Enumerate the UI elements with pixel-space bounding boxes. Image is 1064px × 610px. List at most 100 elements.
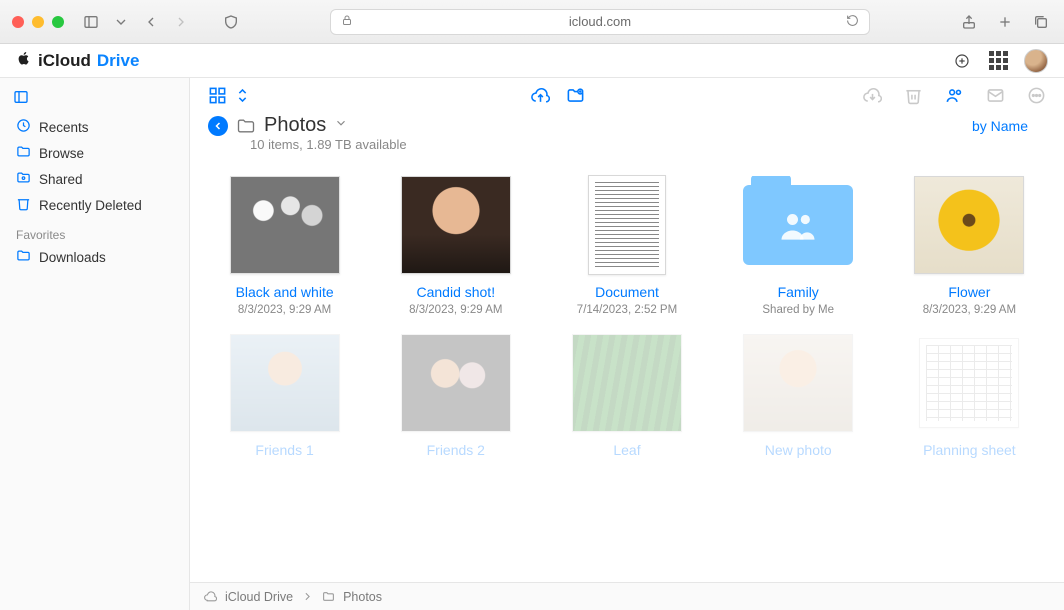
collaborate-icon[interactable] <box>945 86 964 105</box>
sidebar-item-label: Shared <box>39 172 83 187</box>
shield-icon[interactable] <box>220 11 242 33</box>
file-name: Black and white <box>236 284 334 300</box>
maximize-window-button[interactable] <box>52 16 64 28</box>
new-tab-icon[interactable] <box>994 11 1016 33</box>
url-text: icloud.com <box>569 14 631 29</box>
folder-thumbnail <box>743 176 853 274</box>
file-name: Leaf <box>613 442 640 458</box>
file-meta: Shared by Me <box>762 304 834 316</box>
back-to-parent-button[interactable] <box>208 116 228 136</box>
file-name: Family <box>778 284 819 300</box>
image-thumbnail <box>572 334 682 432</box>
file-item[interactable]: Family Shared by Me <box>722 170 875 316</box>
sidebar-item-label: Downloads <box>39 250 106 265</box>
file-item[interactable]: Candid shot!8/3/2023, 9:29 AM <box>379 170 532 316</box>
toolbar <box>190 78 1064 112</box>
lock-icon <box>341 14 353 29</box>
window-controls <box>12 16 64 28</box>
shared-icon <box>16 170 31 188</box>
file-item[interactable]: Document 7/14/2023, 2:52 PM <box>550 170 703 316</box>
brand[interactable]: iCloud Drive <box>16 50 139 71</box>
file-item[interactable]: Friends 2 <box>379 328 532 462</box>
sidebar-collapse-icon[interactable] <box>10 86 32 108</box>
folder-icon <box>236 116 256 136</box>
file-meta: 7/14/2023, 2:52 PM <box>577 304 677 316</box>
folder-icon <box>16 144 31 162</box>
favorites-heading: Favorites <box>16 228 173 242</box>
cloud-icon <box>204 590 217 603</box>
sidebar: Recents Browse Shared Recently Deleted Favo… <box>0 78 190 610</box>
sidebar-item-label: Browse <box>39 146 84 161</box>
file-name: Friends 2 <box>427 442 485 458</box>
breadcrumb-root[interactable]: iCloud Drive <box>225 590 293 604</box>
sidebar-item-browse[interactable]: Browse <box>10 140 179 166</box>
upload-icon[interactable] <box>531 86 550 105</box>
tabs-icon[interactable] <box>1030 11 1052 33</box>
sidebar-item-recently-deleted[interactable]: Recently Deleted <box>10 192 179 218</box>
folder-icon <box>16 248 31 266</box>
email-icon[interactable] <box>986 86 1005 105</box>
file-item[interactable]: Planning sheet <box>893 328 1046 462</box>
chevron-down-icon[interactable] <box>110 11 132 33</box>
file-name: Planning sheet <box>923 442 1016 458</box>
spreadsheet-thumbnail <box>919 338 1019 428</box>
trash-icon <box>16 196 31 214</box>
browser-chrome: icloud.com <box>0 0 1064 44</box>
reload-icon[interactable] <box>846 14 859 30</box>
chevron-right-icon <box>301 590 314 603</box>
close-window-button[interactable] <box>12 16 24 28</box>
document-thumbnail <box>588 175 666 275</box>
location-title: Photos <box>264 114 326 137</box>
file-name: Document <box>595 284 659 300</box>
back-button[interactable] <box>140 11 162 33</box>
file-grid: Black and white8/3/2023, 9:29 AMCandid s… <box>190 158 1064 610</box>
view-icons-button[interactable] <box>208 86 227 105</box>
download-icon[interactable] <box>863 86 882 105</box>
apps-grid-icon[interactable] <box>989 51 1008 70</box>
file-name: Flower <box>948 284 990 300</box>
content-area: Photos by Name 10 items, 1.89 TB availab… <box>190 78 1064 610</box>
file-item[interactable]: Black and white 8/3/2023, 9:29 AM <box>208 170 361 316</box>
clock-icon <box>16 118 31 136</box>
sidebar-item-label: Recently Deleted <box>39 198 142 213</box>
sort-button[interactable]: by Name <box>972 118 1028 134</box>
sidebar-item-recents[interactable]: Recents <box>10 114 179 140</box>
delete-icon[interactable] <box>904 86 923 105</box>
sidebar-toggle-icon[interactable] <box>80 11 102 33</box>
address-bar[interactable]: icloud.com <box>330 9 870 35</box>
file-meta: 8/3/2023, 9:29 AM <box>409 304 502 316</box>
file-meta: 8/3/2023, 9:29 AM <box>238 304 331 316</box>
breadcrumb-current[interactable]: Photos <box>343 590 382 604</box>
breadcrumb: iCloud Drive Photos <box>190 582 1064 610</box>
image-thumbnail <box>914 176 1024 274</box>
file-meta: 8/3/2023, 9:29 AM <box>923 304 1016 316</box>
forward-button[interactable] <box>170 11 192 33</box>
location-chevron-icon[interactable] <box>334 116 348 135</box>
image-thumbnail <box>401 176 511 274</box>
image-thumbnail <box>230 334 340 432</box>
folder-icon <box>322 590 335 603</box>
brand-icloud-text: iCloud <box>38 51 91 71</box>
new-folder-icon[interactable] <box>566 86 585 105</box>
file-name: Friends 1 <box>255 442 313 458</box>
brand-drive-text: Drive <box>97 51 140 71</box>
image-thumbnail <box>401 334 511 432</box>
image-thumbnail <box>230 176 340 274</box>
file-item[interactable]: Leaf <box>550 328 703 462</box>
app-header: iCloud Drive <box>0 44 1064 78</box>
share-icon[interactable] <box>958 11 980 33</box>
view-sort-chevrons-icon[interactable] <box>233 86 252 105</box>
sidebar-item-shared[interactable]: Shared <box>10 166 179 192</box>
file-item[interactable]: Friends 1 <box>208 328 361 462</box>
minimize-window-button[interactable] <box>32 16 44 28</box>
more-icon[interactable] <box>1027 86 1046 105</box>
file-item[interactable]: New photo <box>722 328 875 462</box>
sidebar-item-downloads[interactable]: Downloads <box>10 244 179 270</box>
image-thumbnail <box>743 334 853 432</box>
location-bar: Photos by Name <box>190 112 1064 137</box>
file-item[interactable]: Flower 8/3/2023, 9:29 AM <box>893 170 1046 316</box>
file-name: New photo <box>765 442 832 458</box>
add-icon[interactable] <box>951 50 973 72</box>
apple-logo-icon <box>16 50 32 71</box>
avatar[interactable] <box>1024 49 1048 73</box>
